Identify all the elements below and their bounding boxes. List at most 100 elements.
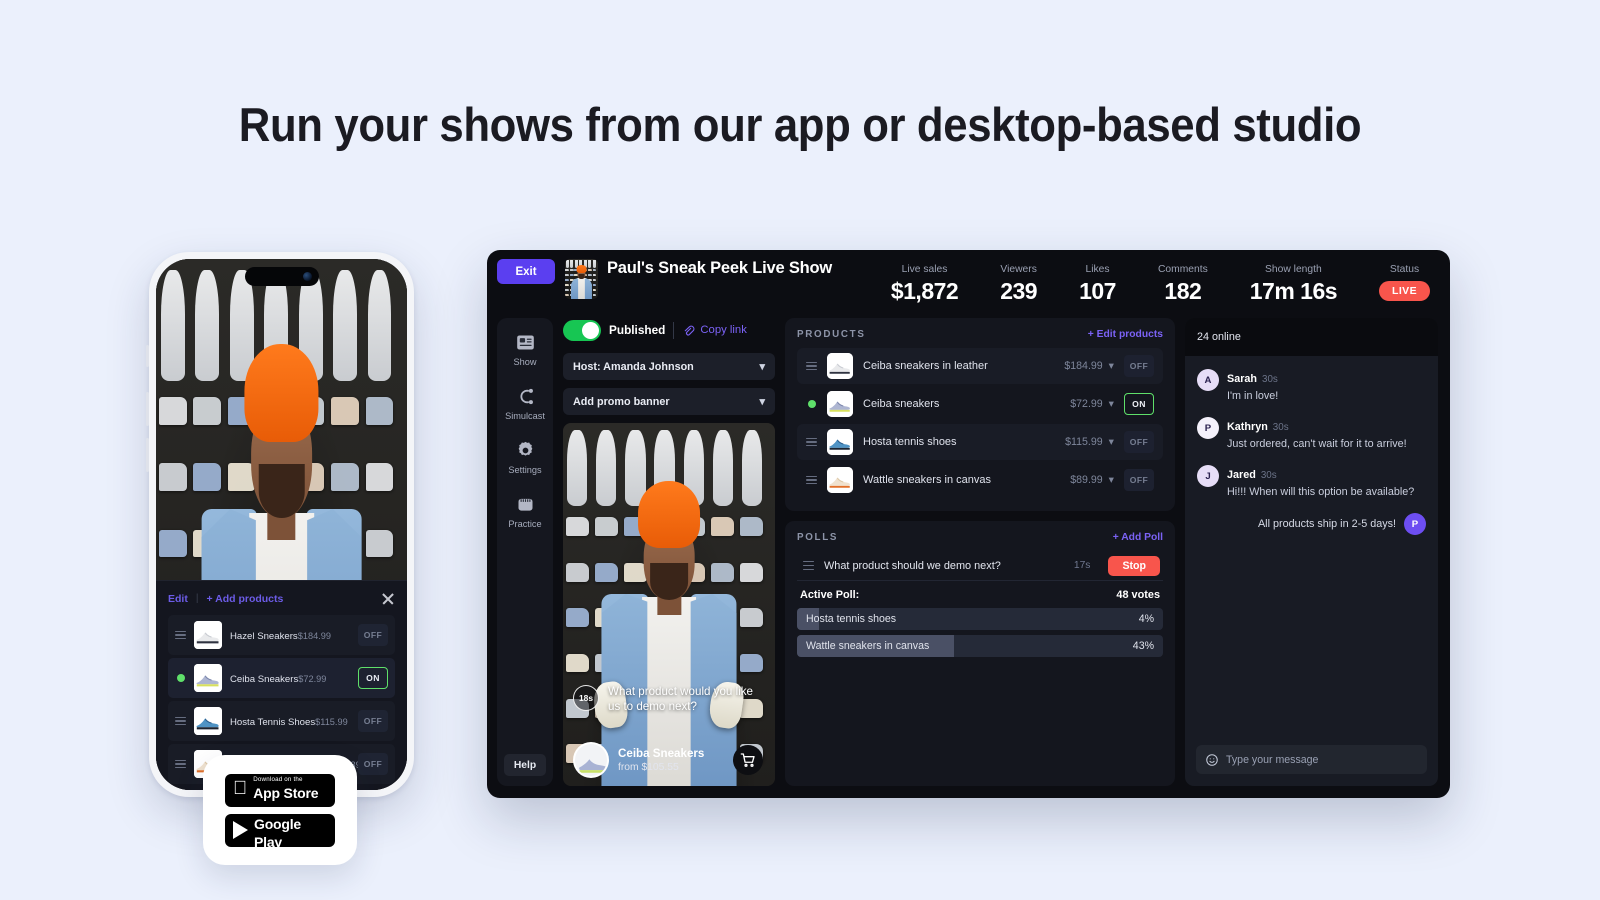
poll-option-bar: Wattle sneakers in canvas 43% bbox=[797, 635, 1163, 657]
stat-viewers: Viewers 239 bbox=[979, 264, 1058, 305]
phone-product-row[interactable]: Ceiba Sneakers$72.99 ON bbox=[168, 658, 395, 698]
studio-body: Show Simulcast Settings Practice Help Pu… bbox=[487, 318, 1450, 798]
product-thumbnail bbox=[827, 353, 853, 379]
product-toggle[interactable]: OFF bbox=[358, 624, 388, 646]
drag-handle-icon[interactable] bbox=[175, 630, 186, 640]
close-icon[interactable] bbox=[380, 591, 395, 606]
product-price[interactable]: $89.99 ▾ bbox=[1070, 474, 1114, 486]
app-download-card:  Download on the App Store GET IT ON Go… bbox=[203, 755, 357, 865]
chat-text: All products ship in 2-5 days! bbox=[1257, 518, 1396, 531]
practice-icon bbox=[515, 494, 536, 515]
avatar: P bbox=[1197, 417, 1219, 440]
sidebar-item-simulcast[interactable]: Simulcast bbox=[497, 386, 553, 421]
show-icon bbox=[515, 332, 536, 353]
overlay-poll: 18s What product would you like us to de… bbox=[573, 685, 763, 715]
product-name: Hosta tennis shoes bbox=[863, 436, 957, 448]
chat-author: Kathryn bbox=[1227, 421, 1268, 434]
desktop-studio-window: Exit Paul's Sneak Peek Live Show Live sa… bbox=[487, 250, 1450, 798]
drag-handle-icon[interactable] bbox=[175, 716, 186, 726]
product-toggle[interactable]: ON bbox=[1124, 393, 1154, 415]
promo-banner-value: Add promo banner bbox=[573, 395, 670, 408]
product-name: Ceiba Sneakers bbox=[230, 674, 299, 685]
google-play-badge[interactable]: GET IT ON Google Play bbox=[225, 807, 335, 849]
stat-show-length: Show length 17m 16s bbox=[1229, 264, 1358, 305]
active-dot-icon bbox=[807, 400, 816, 408]
chat-message: J Jared 30s Hi!!! When will this option be … bbox=[1197, 465, 1426, 499]
chat-timestamp: 30s bbox=[1260, 470, 1277, 482]
product-name: Wattle sneakers in canvas bbox=[863, 474, 991, 486]
drag-handle-icon[interactable] bbox=[803, 561, 814, 570]
product-price: $184.99 bbox=[297, 631, 331, 641]
promo-banner-select[interactable]: Add promo banner ▾ bbox=[563, 388, 775, 415]
product-price[interactable]: $115.99 ▾ bbox=[1065, 436, 1114, 448]
chat-author: Sarah bbox=[1227, 373, 1258, 385]
product-row[interactable]: Ceiba sneakers in leather $184.99 ▾ OFF bbox=[797, 348, 1163, 384]
overlay-product-card[interactable]: Ceiba Sneakers from $105.55 bbox=[573, 742, 763, 778]
live-pill: LIVE bbox=[1379, 281, 1430, 301]
chat-panel: 24 online A Sarah 30s I'm in love! P Kathryn 3… bbox=[1185, 318, 1438, 786]
app-store-badge[interactable]:  Download on the App Store bbox=[225, 773, 335, 807]
studio-header: Exit Paul's Sneak Peek Live Show Live sa… bbox=[487, 250, 1450, 318]
active-poll-label: Active Poll: bbox=[800, 589, 860, 601]
edit-products-button[interactable]: + Edit products bbox=[1088, 329, 1163, 340]
product-toggle[interactable]: OFF bbox=[358, 753, 388, 775]
chevron-down-icon: ▾ bbox=[759, 361, 765, 373]
product-price: $115.99 bbox=[315, 717, 348, 727]
chevron-down-icon: ▾ bbox=[1108, 436, 1114, 448]
phone-add-products-link[interactable]: + Add products bbox=[206, 593, 283, 605]
host-thumbnail bbox=[565, 259, 598, 299]
stat-value: 182 bbox=[1164, 278, 1202, 304]
apple-icon:  bbox=[233, 779, 247, 798]
stat-comments: Comments 182 bbox=[1137, 264, 1229, 305]
product-toggle[interactable]: ON bbox=[358, 667, 388, 689]
drag-handle-icon[interactable] bbox=[175, 759, 186, 769]
drag-handle-icon[interactable] bbox=[806, 361, 817, 371]
show-title: Paul's Sneak Peek Live Show bbox=[607, 259, 833, 277]
stop-poll-button[interactable]: Stop bbox=[1108, 555, 1160, 576]
overlay-product-thumbnail bbox=[573, 742, 609, 778]
product-name: Hazel Sneakers bbox=[230, 631, 298, 642]
add-poll-button[interactable]: + Add Poll bbox=[1113, 532, 1163, 543]
host-select-value: Host: Amanda Johnson bbox=[573, 360, 694, 373]
poll-votes: 48 votes bbox=[1116, 589, 1160, 601]
cart-icon[interactable] bbox=[733, 745, 763, 775]
emoji-icon bbox=[1206, 753, 1218, 766]
avatar: A bbox=[1197, 369, 1219, 391]
product-price[interactable]: $72.99 ▾ bbox=[1070, 398, 1114, 410]
copy-link-button[interactable]: Copy link bbox=[682, 324, 747, 337]
product-thumbnail bbox=[827, 429, 853, 455]
app-store-subtitle: Download on the bbox=[239, 775, 302, 783]
chat-author: Jared bbox=[1227, 469, 1256, 482]
page-title: Run your shows from our app or desktop-b… bbox=[238, 98, 1362, 151]
show-title-block: Paul's Sneak Peek Live Show bbox=[565, 259, 832, 318]
host-select[interactable]: Host: Amanda Johnson ▾ bbox=[563, 353, 775, 380]
chat-message-self: All products ship in 2-5 days! P bbox=[1197, 513, 1426, 536]
stat-label: Live sales bbox=[901, 264, 948, 275]
product-price[interactable]: $184.99 ▾ bbox=[1064, 360, 1114, 372]
product-thumbnail bbox=[827, 391, 853, 417]
simulcast-icon bbox=[515, 386, 536, 407]
overlay-timer: 18s bbox=[573, 685, 599, 711]
product-row[interactable]: Ceiba sneakers $72.99 ▾ ON bbox=[797, 386, 1163, 422]
product-row[interactable]: Hosta tennis shoes $115.99 ▾ OFF bbox=[797, 424, 1163, 460]
avatar: P bbox=[1404, 513, 1426, 536]
product-toggle[interactable]: OFF bbox=[1124, 431, 1154, 453]
exit-button[interactable]: Exit bbox=[497, 259, 555, 284]
product-thumbnail bbox=[194, 707, 222, 735]
product-toggle[interactable]: OFF bbox=[1124, 355, 1154, 377]
drag-handle-icon[interactable] bbox=[806, 475, 817, 485]
help-button[interactable]: Help bbox=[504, 754, 546, 776]
sidebar-item-practice[interactable]: Practice bbox=[497, 494, 553, 529]
phone-product-row[interactable]: Hosta Tennis Shoes$115.99 OFF bbox=[168, 701, 395, 741]
product-toggle[interactable]: OFF bbox=[358, 710, 388, 732]
sidebar-item-settings[interactable]: Settings bbox=[497, 440, 553, 475]
product-row[interactable]: Wattle sneakers in canvas $89.99 ▾ OFF bbox=[797, 462, 1163, 498]
drag-handle-icon[interactable] bbox=[806, 437, 817, 447]
product-toggle[interactable]: OFF bbox=[1124, 469, 1154, 491]
sidebar-item-show[interactable]: Show bbox=[497, 332, 553, 367]
live-preview[interactable]: 18s What product would you like us to de… bbox=[563, 423, 775, 786]
chat-input[interactable]: Type your message bbox=[1196, 745, 1427, 774]
publish-toggle[interactable] bbox=[563, 319, 601, 341]
phone-product-row[interactable]: Hazel Sneakers$184.99 OFF bbox=[168, 615, 395, 655]
phone-edit-link[interactable]: Edit bbox=[168, 593, 188, 605]
